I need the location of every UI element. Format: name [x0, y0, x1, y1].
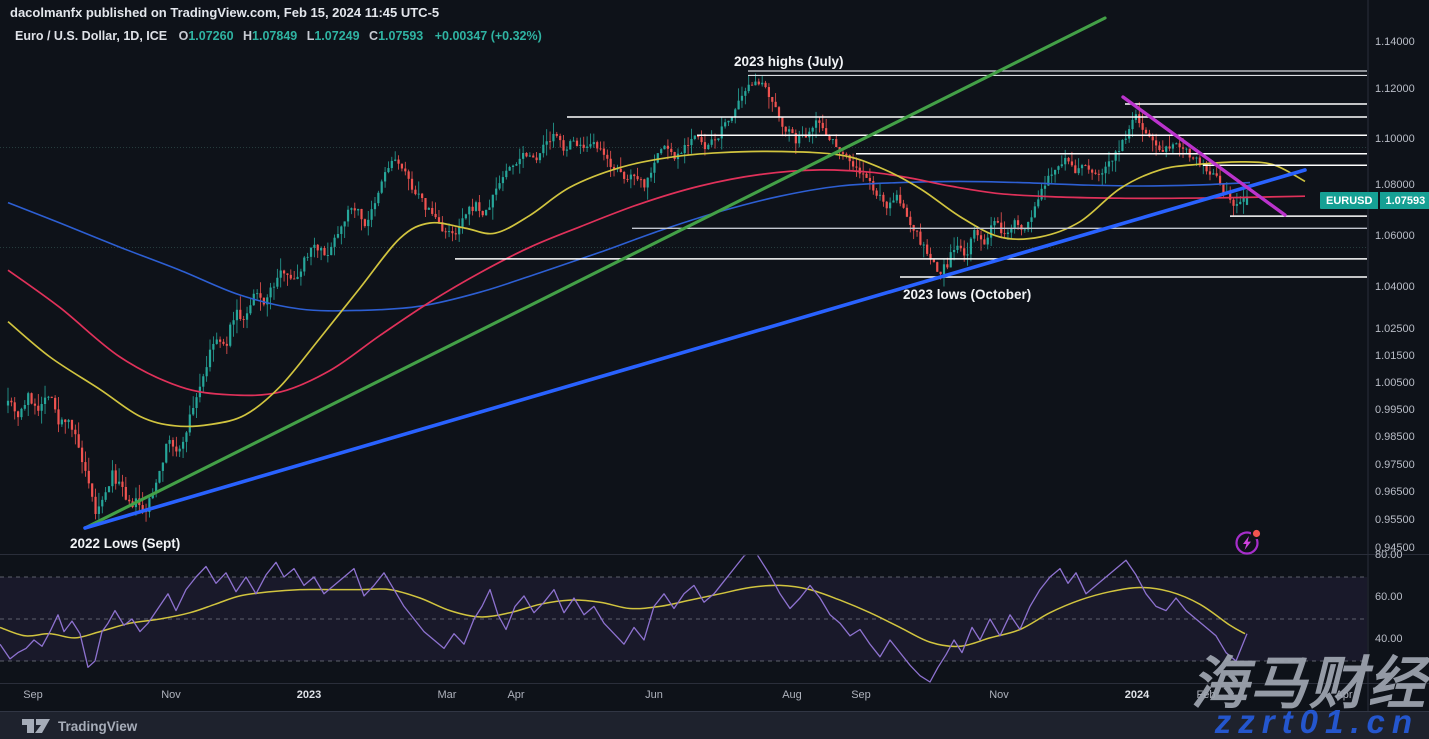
- price-axis-tick: 0.97500: [1375, 459, 1415, 471]
- time-axis-tick: Nov: [989, 689, 1009, 701]
- last-price-value: 1.07593: [1380, 195, 1429, 207]
- tradingview-brand-text[interactable]: TradingView: [58, 719, 137, 734]
- low-value: 1.07249: [314, 29, 359, 43]
- annotation-2022-lows[interactable]: 2022 Lows (Sept): [70, 536, 180, 551]
- price-axis-tick: 0.99500: [1375, 404, 1415, 416]
- change-value: +0.00347 (+0.32%): [435, 29, 542, 43]
- time-axis-tick: Aug: [782, 689, 802, 701]
- time-axis-tick: 2023: [297, 689, 321, 701]
- price-axis-tick: 1.12000: [1375, 83, 1415, 95]
- symbol-title[interactable]: Euro / U.S. Dollar, 1D, ICE: [15, 29, 167, 43]
- rsi-axis-tick: 80.00: [1375, 549, 1403, 561]
- annotation-2023-lows[interactable]: 2023 lows (October): [903, 287, 1031, 302]
- price-axis-tick: 1.10000: [1375, 133, 1415, 145]
- lightning-bolt-icon: [1243, 536, 1251, 550]
- price-axis-tick: 1.06000: [1375, 230, 1415, 242]
- chart-canvas[interactable]: [0, 0, 1429, 739]
- time-axis-tick: 2024: [1125, 689, 1149, 701]
- tradingview-logo-icon[interactable]: [22, 718, 52, 734]
- rsi-pane[interactable]: [0, 550, 1367, 682]
- last-price-label: EURUSD 1.07593: [1320, 192, 1429, 209]
- close-value: 1.07593: [378, 29, 423, 43]
- price-axis-tick: 0.98500: [1375, 431, 1415, 443]
- price-axis-tick: 1.04000: [1375, 281, 1415, 293]
- ma_blue-line[interactable]: [8, 181, 1250, 310]
- time-axis-tick: Mar: [438, 689, 457, 701]
- rsi-axis-tick: 60.00: [1375, 591, 1403, 603]
- high-value: 1.07849: [252, 29, 297, 43]
- price-axis-tick: 0.95500: [1375, 514, 1415, 526]
- open-value: 1.07260: [188, 29, 233, 43]
- time-axis-tick: Jun: [645, 689, 663, 701]
- price-axis-tick: 1.08000: [1375, 179, 1415, 191]
- notification-dot-icon: [1253, 530, 1260, 537]
- open-label: O: [179, 29, 189, 43]
- time-axis-tick: Sep: [23, 689, 43, 701]
- watermark-url: zzrt01.cn: [1215, 703, 1419, 739]
- time-axis-tick: Sep: [851, 689, 871, 701]
- high-label: H: [243, 29, 252, 43]
- price-pane[interactable]: [7, 18, 1367, 528]
- price-axis-tick: 1.01500: [1375, 350, 1415, 362]
- published-line: dacolmanfx published on TradingView.com,…: [10, 5, 439, 20]
- candles-layer: [7, 74, 1248, 522]
- boost-icon[interactable]: [1232, 527, 1266, 557]
- annotation-2023-highs[interactable]: 2023 highs (July): [734, 54, 844, 69]
- price-axis-tick: 1.02500: [1375, 323, 1415, 335]
- last-price-symbol: EURUSD: [1320, 195, 1378, 207]
- time-axis-tick: Nov: [161, 689, 181, 701]
- symbol-info-row[interactable]: Euro / U.S. Dollar, 1D, ICE O1.07260 H1.…: [15, 29, 542, 43]
- time-axis-tick: Apr: [507, 689, 524, 701]
- price-axis-tick: 1.00500: [1375, 377, 1415, 389]
- tradingview-chart-page: dacolmanfx published on TradingView.com,…: [0, 0, 1429, 739]
- price-axis-tick: 0.96500: [1375, 486, 1415, 498]
- price-axis-tick: 1.14000: [1375, 36, 1415, 48]
- close-label: C: [369, 29, 378, 43]
